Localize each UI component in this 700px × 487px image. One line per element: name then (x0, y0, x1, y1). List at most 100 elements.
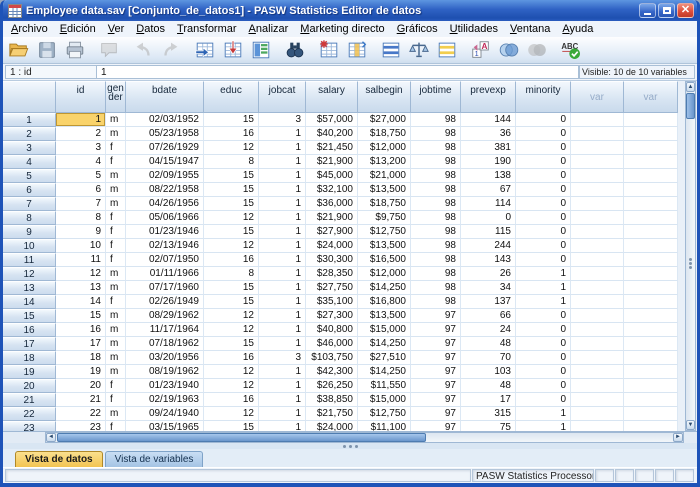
data-cell[interactable]: $9,750 (358, 211, 411, 225)
data-cell[interactable]: $15,000 (358, 393, 411, 407)
data-cell[interactable]: $15,000 (358, 323, 411, 337)
data-cell[interactable] (571, 421, 624, 432)
data-cell[interactable]: 1 (259, 337, 306, 351)
data-cell[interactable]: $38,850 (306, 393, 358, 407)
data-cell[interactable]: 12 (204, 141, 259, 155)
data-cell[interactable]: 3 (56, 141, 106, 155)
data-cell[interactable]: 1 (516, 407, 571, 421)
data-cell[interactable]: $21,000 (358, 169, 411, 183)
data-cell[interactable]: $13,200 (358, 155, 411, 169)
data-cell[interactable]: m (106, 351, 126, 365)
data-cell[interactable]: m (106, 197, 126, 211)
data-cell[interactable]: 02/09/1955 (126, 169, 204, 183)
data-cell[interactable]: 1 (516, 421, 571, 432)
data-cell[interactable]: 17 (461, 393, 516, 407)
data-cell[interactable]: $27,300 (306, 309, 358, 323)
column-header-educ[interactable]: educ (204, 81, 259, 113)
data-cell[interactable]: 16 (204, 351, 259, 365)
data-cell[interactable]: 0 (461, 211, 516, 225)
data-cell[interactable]: 1 (259, 407, 306, 421)
scroll-right-button[interactable]: ► (673, 433, 683, 442)
data-cell[interactable]: 98 (411, 127, 461, 141)
data-cell[interactable]: 4 (56, 155, 106, 169)
data-cell[interactable]: f (106, 141, 126, 155)
row-number[interactable]: 16 (3, 323, 56, 337)
data-cell[interactable]: 1 (259, 365, 306, 379)
data-cell[interactable] (624, 351, 678, 365)
data-cell[interactable]: m (106, 281, 126, 295)
data-cell[interactable]: 98 (411, 267, 461, 281)
data-cell[interactable]: m (106, 323, 126, 337)
data-cell[interactable] (624, 281, 678, 295)
data-cell[interactable]: 02/19/1963 (126, 393, 204, 407)
data-cell[interactable] (624, 421, 678, 432)
data-cell[interactable] (624, 183, 678, 197)
column-header-jobtime[interactable]: jobtime (411, 81, 461, 113)
data-cell[interactable] (624, 253, 678, 267)
data-cell[interactable]: f (106, 253, 126, 267)
data-cell[interactable]: $14,250 (358, 365, 411, 379)
data-cell[interactable]: $46,000 (306, 337, 358, 351)
column-header-gender[interactable]: gender (106, 81, 126, 113)
row-number[interactable]: 4 (3, 155, 56, 169)
horizontal-scroll-thumb[interactable] (57, 433, 426, 442)
data-cell[interactable]: 1 (516, 295, 571, 309)
data-cell[interactable]: 0 (516, 183, 571, 197)
grid-corner-cell[interactable] (3, 81, 56, 113)
data-cell[interactable]: 315 (461, 407, 516, 421)
row-number[interactable]: 5 (3, 169, 56, 183)
data-cell[interactable]: 97 (411, 309, 461, 323)
data-cell[interactable]: 1 (259, 211, 306, 225)
menu-edici-n[interactable]: Edición (54, 22, 102, 36)
data-cell[interactable]: f (106, 239, 126, 253)
data-cell[interactable]: 48 (461, 379, 516, 393)
row-number[interactable]: 17 (3, 337, 56, 351)
data-cell[interactable] (571, 281, 624, 295)
data-cell[interactable]: 15 (56, 309, 106, 323)
spell-check-icon[interactable]: ABC (559, 38, 583, 62)
data-cell[interactable]: $27,000 (358, 113, 411, 127)
scroll-up-button[interactable]: ▲ (686, 82, 695, 92)
cell-editor-input[interactable]: 1 (97, 65, 579, 79)
data-cell[interactable]: $18,750 (358, 197, 411, 211)
split-file-icon[interactable] (379, 38, 403, 62)
close-button[interactable]: ✕ (677, 3, 694, 18)
data-cell[interactable]: 02/26/1949 (126, 295, 204, 309)
data-cell[interactable] (624, 141, 678, 155)
data-cell[interactable]: 0 (516, 225, 571, 239)
data-cell[interactable]: 05/23/1958 (126, 127, 204, 141)
data-cell[interactable]: 1 (516, 267, 571, 281)
data-cell[interactable]: 115 (461, 225, 516, 239)
data-cell[interactable] (624, 365, 678, 379)
data-cell[interactable]: $13,500 (358, 239, 411, 253)
data-cell[interactable]: 22 (56, 407, 106, 421)
data-cell[interactable]: 97 (411, 337, 461, 351)
data-cell[interactable]: 1 (259, 309, 306, 323)
data-cell[interactable]: 1 (259, 393, 306, 407)
data-cell[interactable]: 05/06/1966 (126, 211, 204, 225)
data-cell[interactable]: $12,750 (358, 225, 411, 239)
open-file-icon[interactable] (7, 38, 31, 62)
data-cell[interactable]: 24 (461, 323, 516, 337)
data-cell[interactable] (624, 211, 678, 225)
maximize-button[interactable] (658, 3, 675, 18)
data-cell[interactable] (571, 309, 624, 323)
data-cell[interactable]: $21,750 (306, 407, 358, 421)
data-cell[interactable]: 97 (411, 351, 461, 365)
use-variable-sets-icon[interactable] (497, 38, 521, 62)
menu-ventana[interactable]: Ventana (504, 22, 556, 36)
data-cell[interactable]: 98 (411, 295, 461, 309)
data-cell[interactable]: $16,500 (358, 253, 411, 267)
selected-cell[interactable]: 1 (56, 113, 106, 127)
data-cell[interactable]: 1 (259, 197, 306, 211)
data-cell[interactable]: $57,000 (306, 113, 358, 127)
data-cell[interactable]: $12,000 (358, 141, 411, 155)
column-header-var[interactable]: var (624, 81, 678, 113)
data-cell[interactable]: 244 (461, 239, 516, 253)
row-number[interactable]: 19 (3, 365, 56, 379)
data-cell[interactable] (571, 225, 624, 239)
save-icon[interactable] (35, 38, 59, 62)
data-cell[interactable]: 0 (516, 351, 571, 365)
data-cell[interactable] (571, 239, 624, 253)
data-cell[interactable]: 21 (56, 393, 106, 407)
